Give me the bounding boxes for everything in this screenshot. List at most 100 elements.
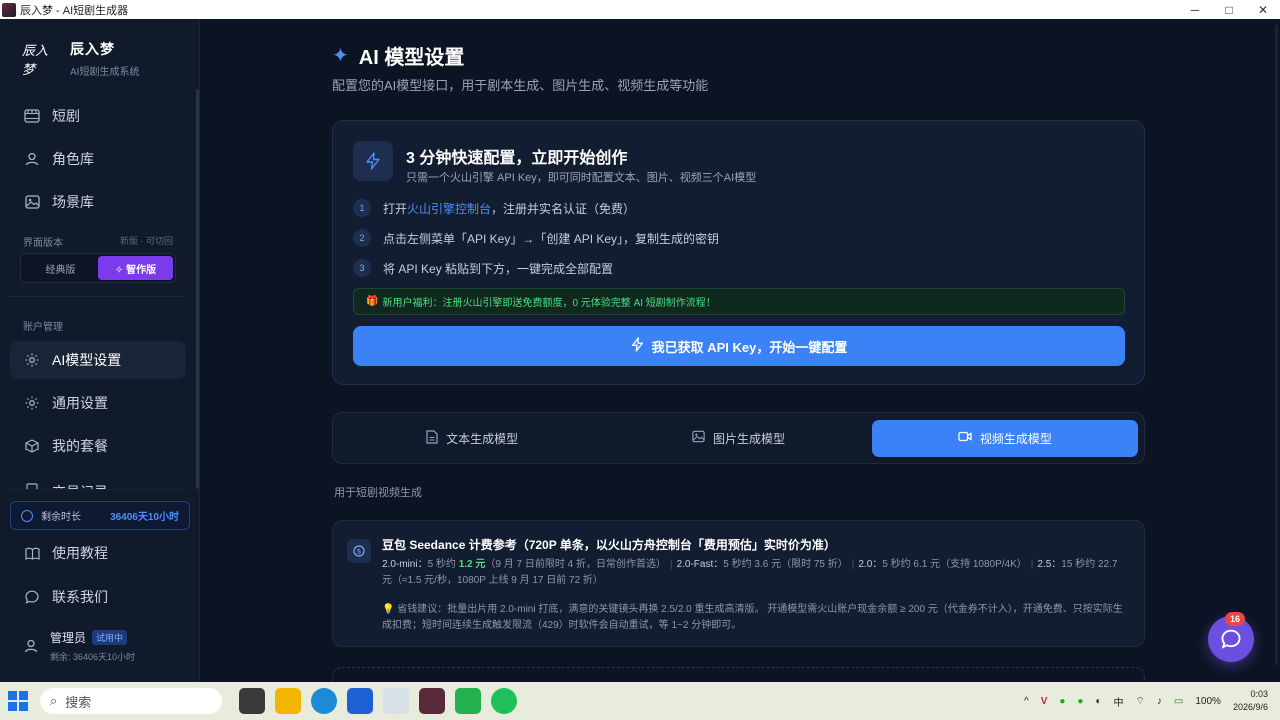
app-icon xyxy=(2,2,16,17)
main-scrollbar[interactable] xyxy=(1275,25,1278,665)
sparkle-icon: ✦ xyxy=(332,45,349,67)
tab-text-model[interactable]: 文本生成模型 xyxy=(339,420,605,457)
sidebar-item-characters[interactable]: 角色库 xyxy=(10,140,186,178)
model-name: 2.0-mini： xyxy=(382,559,428,570)
image-icon xyxy=(692,430,705,446)
drama-app-icon[interactable] xyxy=(419,688,445,714)
wechat-icon[interactable] xyxy=(491,688,517,714)
tab-video-model[interactable]: 视频生成模型 xyxy=(871,419,1138,457)
pricing-details: 2.0-mini：5 秒约 1.2 元（9 月 7 日前限时 4 折，日常创作首… xyxy=(382,559,1118,586)
account-section-label: 账户管理 xyxy=(23,322,63,333)
chevron-up-icon[interactable]: ^ xyxy=(1024,696,1029,707)
maximize-button[interactable]: □ xyxy=(1212,0,1246,19)
model-name: 2.0-Fast： xyxy=(676,559,724,570)
document-icon xyxy=(426,429,438,447)
step-text: 点击左侧菜单「API Key」→「创建 API Key」，复制生成的密钥 xyxy=(383,231,720,246)
one-click-setup-button[interactable]: 我已获取 API Key，开始一键配置 xyxy=(353,326,1125,366)
chat-app-icon[interactable] xyxy=(455,688,481,714)
tab-label: 文本生成模型 xyxy=(446,431,519,446)
sidebar-item-label: 短剧 xyxy=(52,108,80,124)
book-icon xyxy=(24,545,40,561)
main-content: ✦ AI 模型设置 配置您的AI模型接口，用于剧本生成、图片生成、视频生成等功能… xyxy=(201,19,1280,682)
antivirus-tray-icon[interactable]: V xyxy=(1041,696,1048,707)
benefit-text: 新用户福利：注册火山引擎即送免费额度，0 元体验完整 AI 短剧制作流程！ xyxy=(382,298,716,309)
step-text: 将 API Key 粘贴到下方，一键完成全部配置 xyxy=(383,261,614,276)
model-price: 5 秒约 6.1 元（支持 1080P/4K） xyxy=(882,559,1027,570)
volcengine-console-link[interactable]: 火山引擎控制台 xyxy=(407,200,491,217)
chat-tray-icon[interactable]: ● xyxy=(1077,696,1083,707)
tab-image-model[interactable]: 图片生成模型 xyxy=(605,420,871,457)
pricing-reference-card: $ 豆包 Seedance 计费参考（720P 单条，以火山方舟控制台「费用预估… xyxy=(332,520,1145,647)
system-tray: ^ V ● ● ◐ 中 ⌔ ♪ ▭ 100% 0:03 2026/9/6 xyxy=(1018,688,1280,714)
ui-version-label: 界面版本 xyxy=(23,238,63,249)
sidebar-divider xyxy=(10,489,186,490)
sidebar-item-label: 角色库 xyxy=(52,151,94,167)
model-price: 5 秒约 xyxy=(427,559,459,570)
sidebar-item-scenes[interactable]: 场景库 xyxy=(10,183,186,221)
close-button[interactable]: ✕ xyxy=(1246,0,1280,19)
remaining-time-value: 36406天10小时 xyxy=(110,512,179,523)
sidebar-item-dramas[interactable]: 短剧 xyxy=(10,97,186,135)
file-explorer-icon[interactable] xyxy=(275,688,301,714)
setup-step-2: 2 点击左侧菜单「API Key」→「创建 API Key」，复制生成的密钥 xyxy=(353,229,719,247)
taskbar-clock[interactable]: 0:03 2026/9/6 xyxy=(1233,688,1268,714)
sidebar-divider xyxy=(10,296,186,297)
smart-version-button[interactable]: ✧ 智作版 xyxy=(98,256,173,280)
sidebar-scrollbar[interactable] xyxy=(196,89,199,489)
quick-setup-card: 3 分钟快速配置，立即开始创作 只需一个火山引擎 API Key，即可同时配置文… xyxy=(332,120,1145,385)
sidebar-item-tutorial[interactable]: 使用教程 xyxy=(10,534,186,572)
user-icon xyxy=(24,151,40,167)
battery-icon[interactable]: ▭ xyxy=(1174,696,1183,707)
model-type-tabs: 文本生成模型 图片生成模型 视频生成模型 xyxy=(332,412,1145,464)
next-section-card xyxy=(332,667,1145,682)
clock-date: 2026/9/6 xyxy=(1232,702,1268,712)
saving-tip-text: 省钱建议：批量出片用 2.0-mini 打底，满意的关键镜头再换 2.5/2.0… xyxy=(382,604,1123,631)
chat-unread-badge: 16 xyxy=(1225,612,1245,626)
task-view-icon[interactable] xyxy=(239,688,265,714)
taskbar-apps xyxy=(234,688,522,714)
quick-setup-subtitle: 只需一个火山引擎 API Key，即可同时配置文本、图片、视频三个AI模型 xyxy=(406,172,757,184)
wifi-icon[interactable]: ⌔ xyxy=(1136,695,1145,708)
remaining-time-label: 剩余时长 xyxy=(41,512,81,523)
box-icon xyxy=(24,438,40,454)
step-number: 2 xyxy=(353,229,371,247)
snipping-tool-icon[interactable] xyxy=(383,688,409,714)
security-app-icon[interactable] xyxy=(347,688,373,714)
clock-icon xyxy=(21,509,33,522)
tab-label: 图片生成模型 xyxy=(712,431,785,446)
step-text: ，注册并实名认证（免费） xyxy=(491,201,636,216)
tab-label: 视频生成模型 xyxy=(979,431,1052,446)
remaining-time-box: 剩余时长 36406天10小时 xyxy=(10,501,190,530)
sidebar-item-transactions[interactable]: 交易记录 xyxy=(10,470,186,490)
lightning-icon xyxy=(631,337,644,355)
page-title: ✦ AI 模型设置 xyxy=(332,41,464,70)
gift-icon: 🎁 xyxy=(366,296,379,307)
clock-time: 0:03 xyxy=(1250,689,1268,699)
ime-indicator[interactable]: 中 xyxy=(1114,694,1124,709)
edge-browser-icon[interactable] xyxy=(311,688,337,714)
wechat-tray-icon[interactable]: ● xyxy=(1059,696,1065,707)
classic-version-button[interactable]: 经典版 xyxy=(23,256,98,280)
avatar-icon xyxy=(24,639,38,653)
taskbar-search[interactable]: ⌕ 搜索 xyxy=(40,688,222,714)
sidebar-item-general-settings[interactable]: 通用设置 xyxy=(10,384,186,422)
network-tray-icon[interactable]: ◐ xyxy=(1095,696,1101,707)
ui-version-hint: 新版 · 可切回 xyxy=(120,236,173,246)
logo-name: 辰入梦 xyxy=(70,41,115,57)
sidebar-item-contact[interactable]: 联系我们 xyxy=(10,578,186,616)
sidebar-item-my-plan[interactable]: 我的套餐 xyxy=(10,427,186,465)
sidebar-item-ai-model-settings[interactable]: AI模型设置 xyxy=(10,341,186,379)
windows-start-button[interactable] xyxy=(8,691,28,711)
step-number: 1 xyxy=(353,199,371,217)
window-titlebar: 辰入梦 - AI短剧生成器 ─ □ ✕ xyxy=(0,0,1280,19)
minimize-button[interactable]: ─ xyxy=(1178,0,1212,19)
logo: 辰入梦 辰入梦 AI短剧生成系统 xyxy=(22,39,139,78)
sidebar-item-label: 联系我们 xyxy=(52,589,108,605)
user-profile[interactable]: 管理员 试用中 剩余: 36406天10小时 xyxy=(24,629,135,663)
volume-icon[interactable]: ♪ xyxy=(1157,696,1162,707)
window-title: 辰入梦 - AI短剧生成器 xyxy=(20,4,129,17)
user-remaining: 剩余: 36406天10小时 xyxy=(50,652,136,662)
page-subtitle: 配置您的AI模型接口，用于剧本生成、图片生成、视频生成等功能 xyxy=(332,78,709,93)
setup-step-3: 3 将 API Key 粘贴到下方，一键完成全部配置 xyxy=(353,259,613,277)
pricing-title: 豆包 Seedance 计费参考（720P 单条，以火山方舟控制台「费用预估」实… xyxy=(382,538,836,552)
